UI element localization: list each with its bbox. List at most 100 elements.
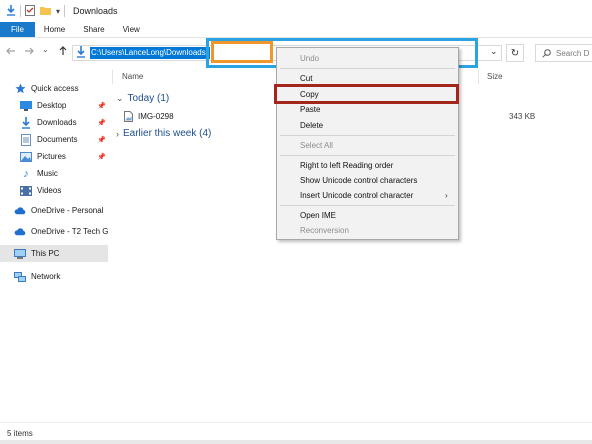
context-menu: Undo Cut Copy Paste Delete Select All Ri…: [276, 47, 459, 240]
title-separator: [20, 5, 21, 17]
sidebar-item-pictures[interactable]: Pictures 📌: [0, 148, 108, 165]
menu-item-show-unicode-control[interactable]: Show Unicode control characters: [300, 176, 417, 185]
search-icon: [542, 48, 551, 58]
properties-icon[interactable]: [25, 4, 35, 18]
group-label: Today (1): [127, 93, 170, 104]
item-count: 5 items: [7, 429, 33, 438]
network-icon: [14, 271, 26, 283]
column-divider: [478, 70, 479, 84]
sidebar-item-label: Desktop: [37, 101, 67, 110]
address-download-icon: [76, 46, 86, 60]
pin-icon: 📌: [97, 119, 106, 127]
menu-item-open-ime[interactable]: Open IME: [300, 211, 336, 220]
sidebar-item-desktop[interactable]: Desktop 📌: [0, 97, 108, 114]
sidebar-item-label: Quick access: [31, 84, 79, 93]
tab-share[interactable]: Share: [74, 22, 113, 37]
computer-icon: [14, 248, 26, 260]
menu-separator: [280, 205, 455, 206]
sidebar-item-label: Videos: [37, 186, 62, 195]
menu-separator: [280, 155, 455, 156]
title-separator-2: [64, 5, 66, 17]
arrow-up-icon: [59, 46, 67, 55]
menu-item-rtl-reading-order[interactable]: Right to left Reading order: [300, 161, 393, 170]
window-title: Downloads: [73, 6, 118, 16]
chevron-down-icon: ⌄: [116, 93, 124, 103]
menu-item-cut[interactable]: Cut: [300, 74, 312, 83]
search-placeholder: Search D: [556, 48, 590, 58]
sidebar-item-onedrive-personal[interactable]: OneDrive - Personal: [0, 202, 108, 219]
tab-view[interactable]: View: [114, 22, 149, 37]
column-header-name[interactable]: Name: [122, 72, 143, 81]
address-dropdown-button[interactable]: ⌄: [490, 46, 498, 57]
desktop-icon: [20, 100, 32, 112]
sidebar-item-label: This PC: [31, 249, 60, 258]
cloud-icon: [14, 205, 26, 217]
sidebar-item-label: Documents: [37, 135, 78, 144]
menu-item-select-all[interactable]: Select All: [300, 141, 333, 150]
cloud-icon: [14, 226, 26, 238]
chevron-right-icon: ›: [116, 128, 119, 139]
navigation-pane: Quick access Desktop 📌 Downloads 📌 Docum…: [0, 70, 108, 422]
sidebar-item-network[interactable]: Network: [0, 268, 108, 285]
status-bar-edge: [0, 440, 592, 444]
sidebar-item-music[interactable]: ♪ Music: [0, 165, 108, 182]
download-icon: [20, 116, 32, 129]
menu-item-delete[interactable]: Delete: [300, 121, 323, 130]
sidebar-item-videos[interactable]: Videos: [0, 182, 108, 199]
redaction-box: [211, 41, 273, 63]
forward-button[interactable]: [24, 46, 34, 59]
image-file-icon: [124, 111, 133, 124]
ribbon-tabs: File Home Share View: [0, 22, 592, 38]
search-box[interactable]: Search D: [535, 44, 592, 62]
up-button[interactable]: [58, 46, 68, 59]
pictures-icon: [20, 151, 32, 163]
file-name: IMG-0298: [138, 112, 174, 121]
chevron-down-icon: ⌄: [42, 45, 49, 54]
sidebar-item-downloads[interactable]: Downloads 📌: [0, 114, 108, 131]
videos-icon: [20, 185, 32, 197]
column-header-size[interactable]: Size: [487, 72, 503, 81]
menu-separator: [280, 135, 455, 136]
new-folder-icon[interactable]: [40, 5, 51, 17]
pin-icon: 📌: [97, 153, 106, 161]
sidebar-item-label: OneDrive - T2 Tech G: [31, 227, 108, 236]
recent-locations-button[interactable]: ⌄: [42, 45, 49, 54]
arrow-left-icon: [6, 47, 15, 55]
submenu-arrow-icon: ›: [445, 191, 448, 200]
sidebar-item-label: Pictures: [37, 152, 66, 161]
sidebar-item-label: Music: [37, 169, 58, 178]
group-label: Earlier this week (4): [123, 128, 212, 139]
group-header-earlier-this-week[interactable]: › Earlier this week (4): [116, 128, 211, 139]
sidebar-item-label: Downloads: [37, 118, 77, 127]
back-button[interactable]: [6, 46, 16, 59]
arrow-right-icon: [25, 47, 34, 55]
menu-item-paste[interactable]: Paste: [300, 105, 320, 114]
column-divider: [112, 70, 113, 84]
sidebar-item-label: Network: [31, 272, 61, 281]
menu-separator: [280, 68, 455, 69]
sidebar-item-documents[interactable]: Documents 📌: [0, 131, 108, 148]
copy-highlight-box: [274, 84, 459, 104]
menu-item-undo[interactable]: Undo: [300, 54, 319, 63]
tab-file[interactable]: File: [0, 22, 35, 37]
quick-access-download-icon[interactable]: [6, 4, 16, 18]
sidebar-item-quick-access[interactable]: Quick access: [0, 80, 108, 97]
title-bar: ▾ Downloads: [0, 0, 592, 22]
menu-item-insert-unicode-control[interactable]: Insert Unicode control character: [300, 191, 413, 200]
address-input-selected-text[interactable]: C:\Users\LanceLong\Downloads: [90, 47, 210, 59]
pin-icon: 📌: [97, 136, 106, 144]
star-icon: [14, 83, 26, 95]
file-size: 343 KB: [509, 112, 536, 121]
pin-icon: 📌: [97, 102, 106, 110]
refresh-icon: ↻: [510, 47, 520, 59]
documents-icon: [20, 133, 32, 146]
sidebar-item-label: OneDrive - Personal: [31, 206, 104, 215]
music-icon: ♪: [23, 167, 29, 180]
sidebar-item-onedrive-t2[interactable]: OneDrive - T2 Tech G: [0, 223, 108, 240]
sidebar-item-this-pc[interactable]: This PC: [0, 245, 108, 262]
refresh-button[interactable]: ↻: [506, 44, 524, 62]
tab-home[interactable]: Home: [35, 22, 74, 37]
group-header-today[interactable]: ⌄ Today (1): [116, 93, 169, 104]
menu-item-reconversion[interactable]: Reconversion: [300, 226, 349, 235]
customize-toolbar-icon[interactable]: ▾: [56, 7, 60, 16]
